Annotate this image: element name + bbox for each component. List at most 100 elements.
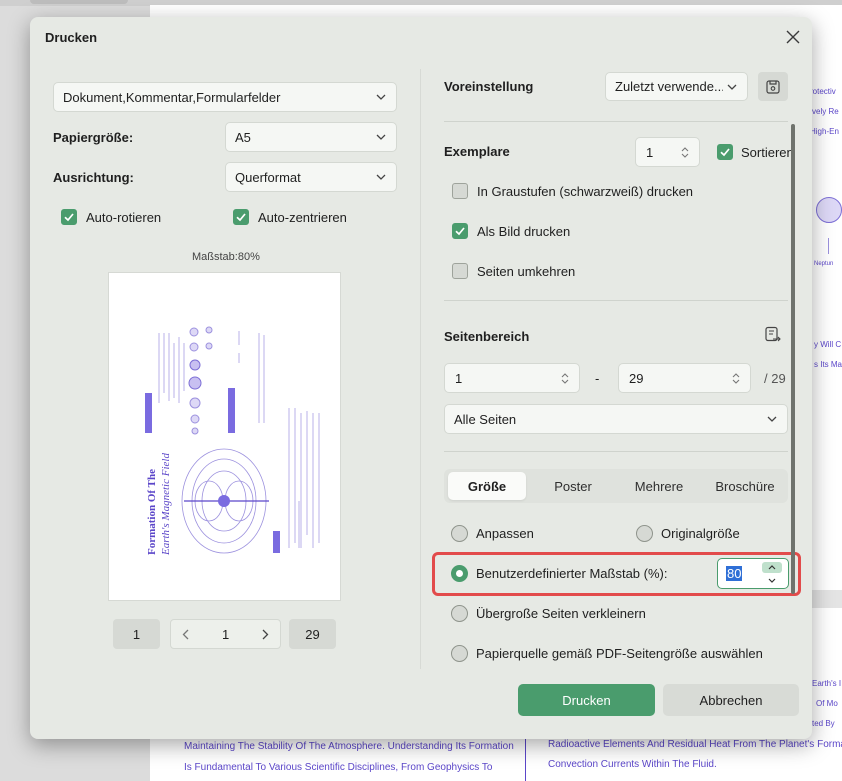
custom-scale-label: Benutzerdefinierter Maßstab (%):	[476, 566, 668, 581]
background-text-line: High-En	[810, 127, 839, 136]
original-size-label: Originalgröße	[661, 526, 740, 541]
tab-booklet[interactable]: Broschüre	[706, 472, 784, 500]
scale-caption: Maßstab:80%	[192, 251, 260, 263]
cancel-button[interactable]: Abbrechen	[663, 684, 799, 716]
first-page-button[interactable]: 1	[113, 619, 160, 649]
chevron-down-icon[interactable]	[762, 575, 782, 586]
sort-checkbox[interactable]	[717, 144, 733, 160]
sort-label: Sortieren	[741, 145, 794, 160]
paper-size-value: A5	[235, 129, 251, 145]
save-preset-icon[interactable]	[758, 72, 788, 101]
scaling-tabs: Größe Poster Mehrere Broschüre	[444, 469, 788, 503]
custom-scale-radio[interactable]	[451, 565, 468, 582]
chevron-right-icon[interactable]	[259, 628, 271, 640]
grayscale-checkbox[interactable]	[452, 183, 468, 199]
tab-multiple[interactable]: Mehrere	[620, 472, 698, 500]
preview-page-thumbnail: Formation Of The Earth's Magnetic Field	[145, 326, 320, 556]
chevron-down-icon	[372, 88, 390, 106]
original-size-radio[interactable]	[636, 525, 653, 542]
section-divider	[444, 451, 788, 452]
chevron-up-icon[interactable]	[762, 562, 782, 573]
custom-scale-value: 80	[726, 566, 743, 581]
background-text-line: s Its Ma	[814, 360, 842, 369]
background-text-line: Earth's I	[812, 679, 842, 688]
pages-select-value: Alle Seiten	[454, 411, 517, 427]
reverse-pages-checkbox[interactable]	[452, 263, 468, 279]
last-page-button[interactable]: 29	[289, 619, 336, 649]
background-text-line: Of Mo	[816, 699, 838, 708]
pages-select[interactable]: Alle Seiten	[444, 404, 788, 434]
checkmark-icon	[236, 213, 246, 222]
section-divider	[444, 300, 788, 301]
page-navigator: 1	[170, 619, 281, 649]
auto-rotate-checkbox[interactable]	[61, 209, 77, 225]
range-to-value: 29	[629, 370, 644, 386]
preview-title-line1: Formation Of The	[146, 469, 158, 555]
chevron-down-icon	[372, 168, 390, 186]
copies-value: 1	[646, 144, 654, 160]
shrink-oversized-radio[interactable]	[451, 605, 468, 622]
custom-scale-input[interactable]: 80	[717, 558, 789, 589]
options-scrollbar[interactable]	[791, 124, 795, 594]
chevron-down-icon	[723, 78, 741, 96]
auto-center-label: Auto-zentrieren	[258, 210, 347, 225]
orientation-label: Ausrichtung:	[53, 170, 134, 185]
content-select-value: Dokument,Kommentar,Formularfelder	[63, 89, 281, 105]
preset-value: Zuletzt verwende...	[615, 79, 723, 94]
fit-radio[interactable]	[451, 525, 468, 542]
as-image-checkbox[interactable]	[452, 223, 468, 239]
background-planet-diagram	[816, 197, 842, 223]
content-select[interactable]: Dokument,Kommentar,Formularfelder	[53, 82, 397, 112]
orientation-select[interactable]: Querformat	[225, 162, 397, 192]
chevron-left-icon[interactable]	[179, 628, 191, 640]
print-preview: Formation Of The Earth's Magnetic Field	[108, 272, 341, 601]
section-divider	[444, 121, 788, 122]
background-text-line: Radioactive Elements And Residual Heat F…	[548, 739, 842, 750]
close-icon[interactable]	[782, 26, 804, 48]
preset-label: Voreinstellung	[444, 79, 534, 94]
range-from-input[interactable]: 1	[444, 363, 580, 393]
chevron-down-icon	[372, 128, 390, 146]
background-page-gap	[812, 590, 842, 608]
current-page[interactable]: 1	[222, 627, 229, 642]
paper-size-label: Papiergröße:	[53, 130, 134, 145]
copies-stepper[interactable]: 1	[635, 137, 700, 167]
background-text-line: Neptun	[814, 261, 834, 267]
preset-select[interactable]: Zuletzt verwende...	[605, 72, 748, 101]
fit-label: Anpassen	[476, 526, 534, 541]
background-diagram-line	[828, 238, 829, 254]
paper-size-select[interactable]: A5	[225, 122, 397, 152]
shrink-oversized-label: Übergroße Seiten verkleinern	[476, 606, 646, 621]
auto-center-checkbox[interactable]	[233, 209, 249, 225]
grayscale-label: In Graustufen (schwarzweiß) drucken	[477, 184, 694, 199]
copies-label: Exemplare	[444, 144, 510, 159]
range-from-value: 1	[455, 370, 463, 386]
background-text-line: Is Fundamental To Various Scientific Dis…	[184, 762, 493, 773]
tab-poster[interactable]: Poster	[534, 472, 612, 500]
background-tab	[30, 0, 128, 4]
preview-title-line2: Earth's Magnetic Field	[160, 453, 172, 556]
background-text-line: y Will C	[814, 340, 842, 349]
checkmark-icon	[455, 227, 465, 236]
background-text-line: Convection Currents Within The Fluid.	[548, 759, 717, 770]
tab-size[interactable]: Größe	[448, 472, 526, 500]
page-range-icon[interactable]	[763, 325, 783, 345]
paper-source-radio[interactable]	[451, 645, 468, 662]
page-range-label: Seitenbereich	[444, 329, 530, 344]
stepper-arrows-icon[interactable]	[729, 372, 743, 384]
stepper-arrows-icon[interactable]	[558, 372, 572, 384]
range-total: / 29	[764, 371, 786, 386]
range-to-input[interactable]: 29	[618, 363, 751, 393]
chevron-down-icon	[763, 410, 781, 428]
stepper-arrows-icon[interactable]	[678, 146, 692, 158]
background-text-line: Maintaining The Stability Of The Atmosph…	[184, 741, 514, 752]
checkmark-icon	[64, 213, 74, 222]
range-separator: -	[595, 371, 600, 386]
paper-source-label: Papierquelle gemäß PDF-Seitengröße auswä…	[476, 646, 763, 661]
background-column-rule	[525, 738, 526, 781]
checkmark-icon	[720, 148, 730, 157]
print-button[interactable]: Drucken	[518, 684, 655, 716]
background-text-line: ted By	[812, 719, 835, 728]
column-divider	[420, 69, 421, 669]
as-image-label: Als Bild drucken	[477, 224, 571, 239]
